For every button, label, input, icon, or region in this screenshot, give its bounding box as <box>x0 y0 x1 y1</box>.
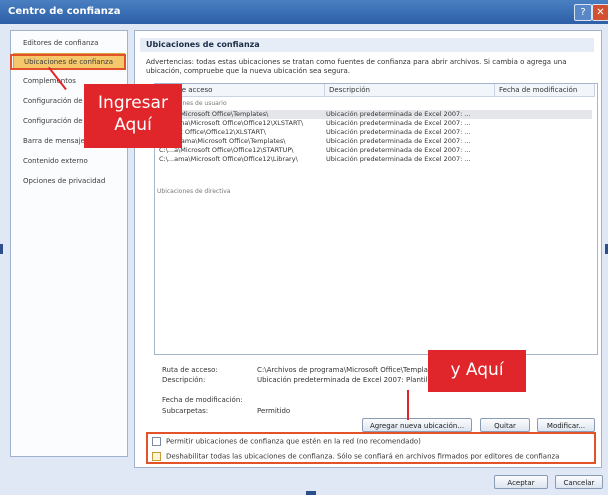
edge-marker-bottom <box>306 491 316 495</box>
row-description: Ubicación predeterminada de Excel 2007: … <box>326 128 471 136</box>
table-row[interactable]: C:\...grama\Microsoft Office\Templates\ … <box>156 137 592 146</box>
row-path: C:\...ama\Microsoft Office\Office12\Libr… <box>159 155 298 163</box>
warning-text: Advertencias: todas estas ubicaciones se… <box>146 58 590 76</box>
window-title: Centro de confianza <box>8 6 121 17</box>
highlight-checkboxes <box>146 432 596 464</box>
group-label-policy: Ubicaciones de directiva <box>157 188 231 195</box>
title-bar: Centro de confianza ? ✕ <box>0 0 608 24</box>
warning-line-1: Advertencias: todas estas ubicaciones se… <box>146 58 567 66</box>
callout-arrow-2 <box>407 390 409 420</box>
column-header-modified[interactable]: Fecha de modificación <box>495 84 595 97</box>
subfolders-value: Permitido <box>257 407 291 415</box>
callout-y-aqui: y Aquí <box>428 350 526 392</box>
description-value: Ubicación predeterminada de Excel 2007: … <box>257 376 438 384</box>
subfolders-label: Subcarpetas: <box>162 407 209 415</box>
help-button[interactable]: ? <box>574 4 592 21</box>
table-row[interactable]: C:\...a\Microsoft Office\Office12\STARTU… <box>156 146 592 155</box>
table-row[interactable]: C:\...ama\Microsoft Office\Office12\Libr… <box>156 155 592 164</box>
modify-button[interactable]: Modificar... <box>537 418 595 432</box>
table-row[interactable]: C:\...oft Office\Office12\XLSTART\ Ubica… <box>156 128 592 137</box>
callout-line-1: Ingresar <box>98 93 168 113</box>
path-value: C:\Archivos de programa\Microsoft Office… <box>257 366 441 374</box>
edge-marker-left <box>0 244 3 254</box>
row-description: Ubicación predeterminada de Excel 2007: … <box>326 137 471 145</box>
table-row[interactable]: C:\...ama\Microsoft Office\Office12\XLST… <box>156 119 592 128</box>
close-button[interactable]: ✕ <box>592 4 608 21</box>
highlight-sidebar-selection <box>10 54 126 70</box>
add-location-button[interactable]: Agregar nueva ubicación... <box>362 418 472 432</box>
column-header-description[interactable]: Descripción <box>325 84 495 97</box>
section-title: Ubicaciones de confianza <box>140 38 594 52</box>
row-description: Ubicación predeterminada de Excel 2007: … <box>326 119 471 127</box>
ok-button[interactable]: Aceptar <box>494 475 548 489</box>
locations-list[interactable]: Ruta de acceso Descripción Fecha de modi… <box>154 83 598 355</box>
description-label: Descripción: <box>162 376 206 384</box>
warning-line-2: ubicación, compruebe que la nueva ubicac… <box>146 67 351 75</box>
callout-ingresar-aqui: Ingresar Aquí <box>84 84 182 148</box>
modified-date-label: Fecha de modificación: <box>162 396 243 404</box>
sidebar-item-editores[interactable]: Editores de confianza <box>13 35 125 51</box>
path-label: Ruta de acceso: <box>162 366 218 374</box>
row-description: Ubicación predeterminada de Excel 2007: … <box>326 146 471 154</box>
row-description: Ubicación predeterminada de Excel 2007: … <box>326 155 471 163</box>
sidebar-item-privacidad[interactable]: Opciones de privacidad <box>13 173 125 189</box>
callout2-text: y Aquí <box>450 360 504 380</box>
callout-line-2: Aquí <box>114 115 152 135</box>
remove-button[interactable]: Quitar <box>480 418 530 432</box>
row-description: Ubicación predeterminada de Excel 2007: … <box>326 110 471 118</box>
table-row[interactable]: C:\...a\Microsoft Office\Templates\ Ubic… <box>156 110 592 119</box>
sidebar-item-contenido-externo[interactable]: Contenido externo <box>13 153 125 169</box>
cancel-button[interactable]: Cancelar <box>555 475 603 489</box>
